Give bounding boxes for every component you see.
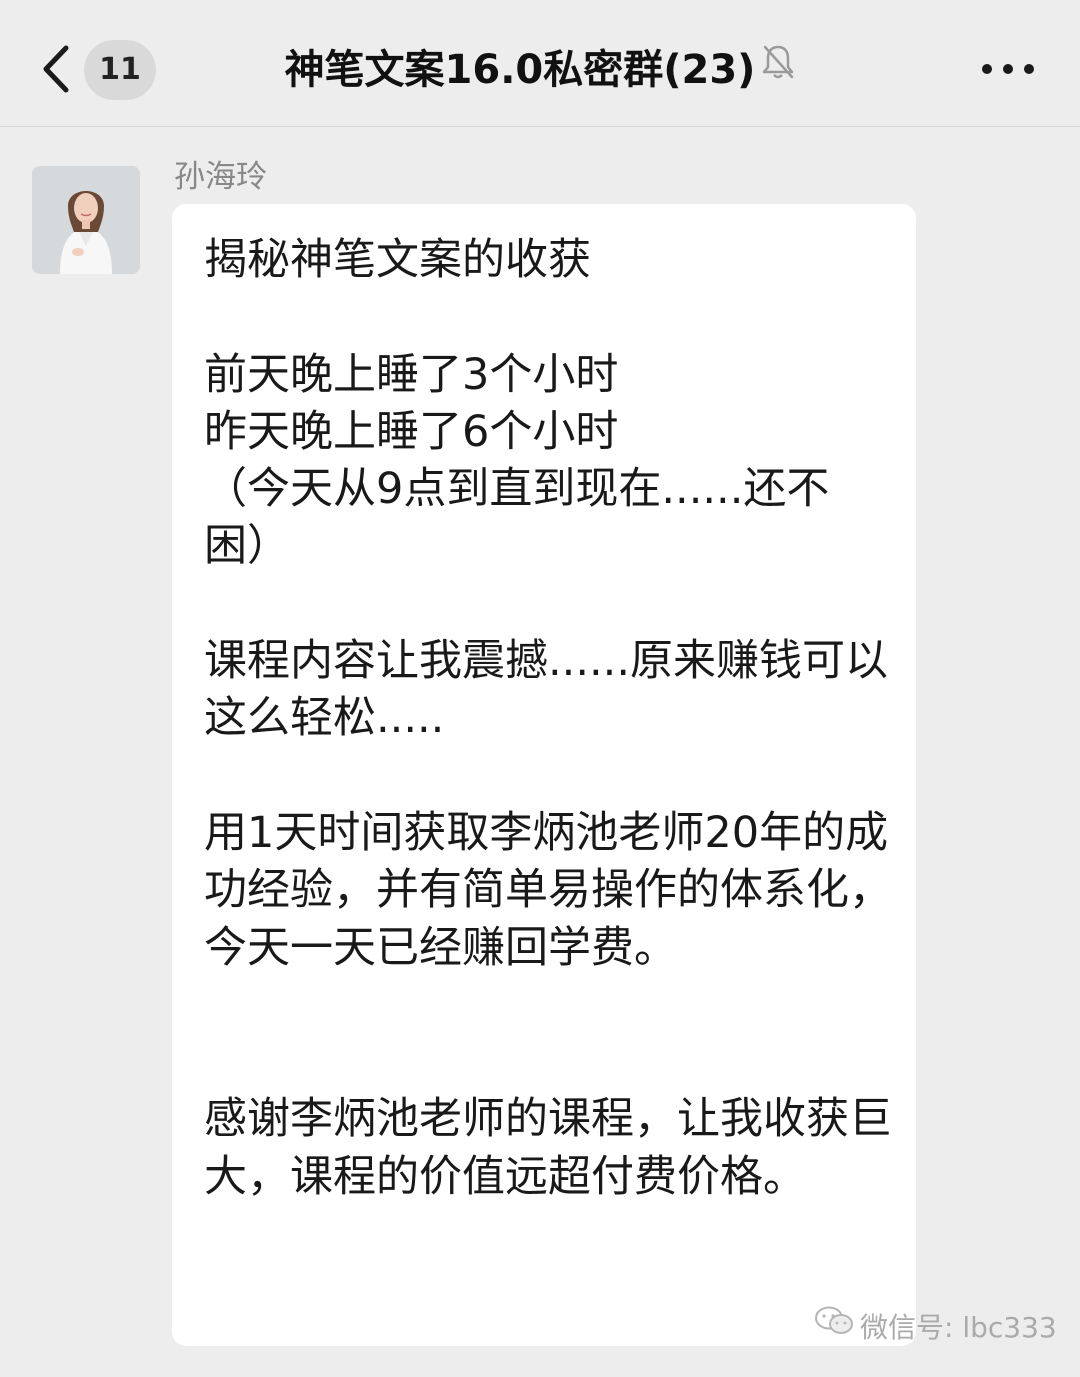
more-dots-icon xyxy=(1024,64,1034,74)
back-button[interactable] xyxy=(38,44,78,94)
more-dots-icon xyxy=(982,64,992,74)
chevron-left-icon xyxy=(43,45,69,93)
bell-off-icon xyxy=(761,38,795,98)
watermark-text: 微信号: lbc333 xyxy=(860,1311,1057,1344)
chat-title-container: 神笔文案16.0私密群(23) xyxy=(240,40,840,100)
watermark: 微信号: lbc333 xyxy=(814,1305,1057,1350)
more-options-button[interactable] xyxy=(978,52,1038,86)
unread-count-badge[interactable]: 11 xyxy=(84,40,156,100)
chat-header: 11 神笔文案16.0私密群(23) xyxy=(0,0,1080,127)
sender-avatar[interactable] xyxy=(32,166,140,274)
more-dots-icon xyxy=(1003,64,1013,74)
chat-title: 神笔文案16.0私密群(23) xyxy=(284,47,756,93)
sender-name: 孙海玲 xyxy=(174,159,267,195)
message-text: 揭秘神笔文案的收获 前天晚上睡了3个小时 昨天晚上睡了6个小时 （今天从9点到直… xyxy=(204,235,892,1202)
wechat-icon xyxy=(814,1305,854,1350)
